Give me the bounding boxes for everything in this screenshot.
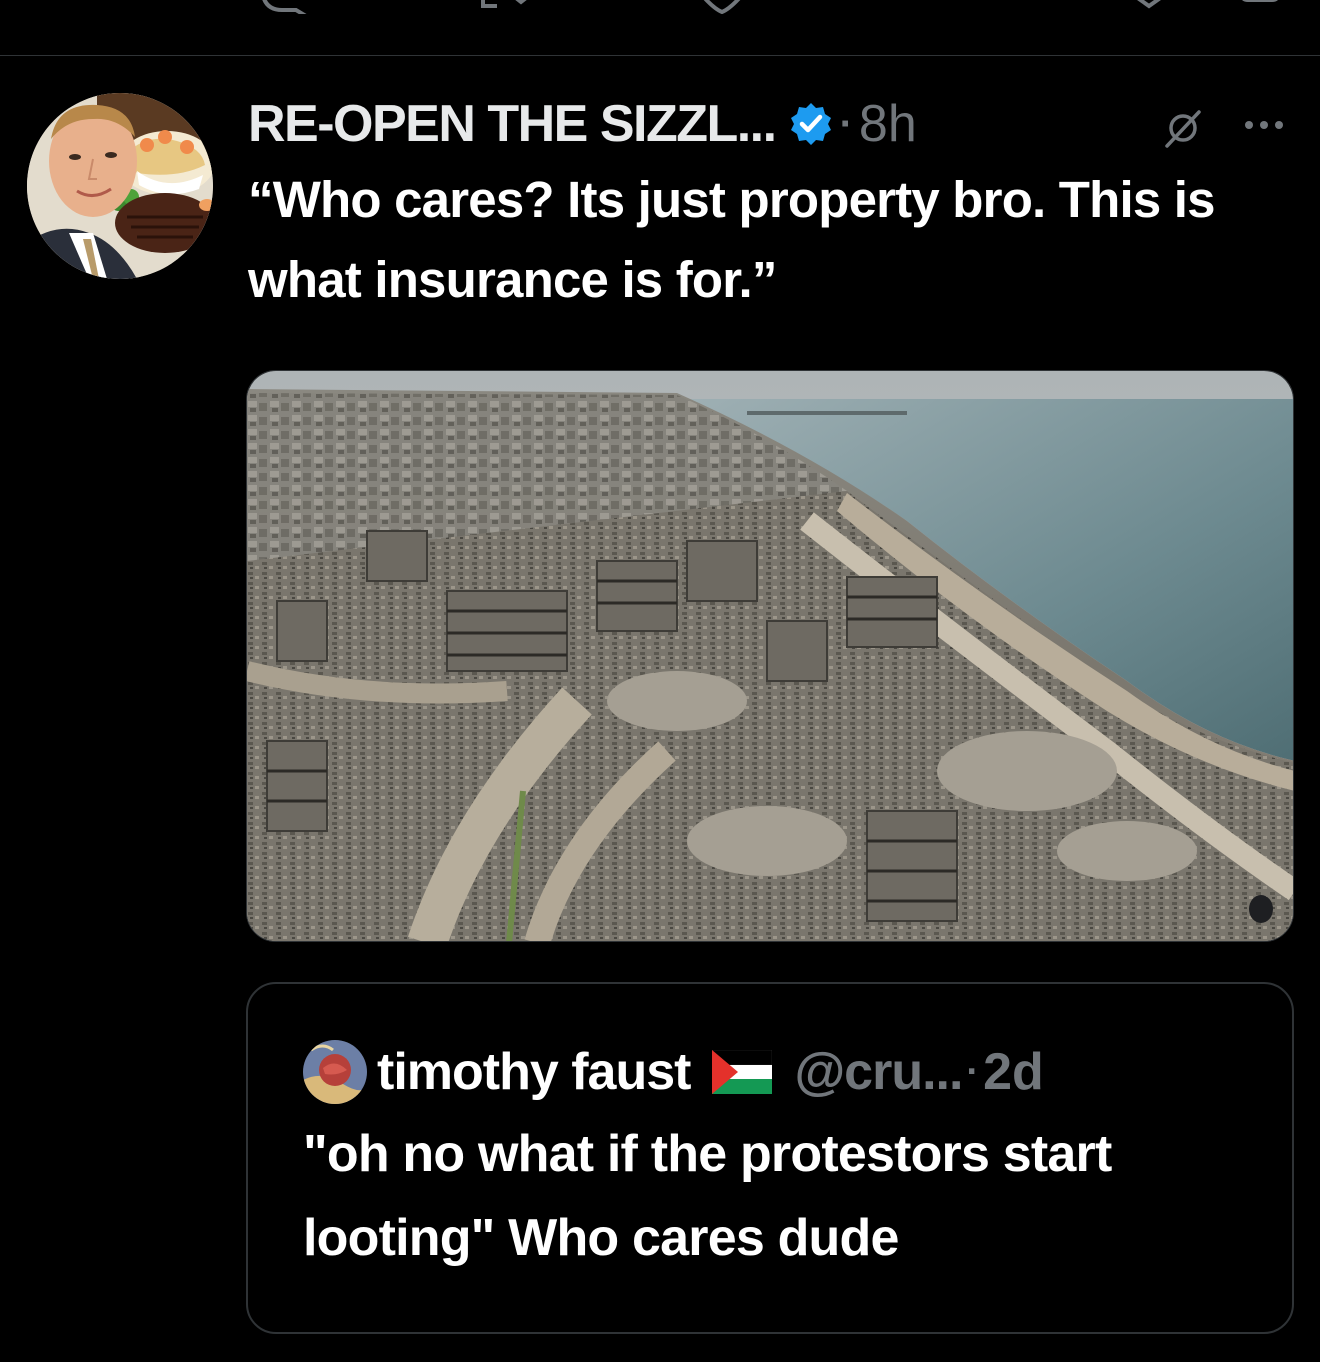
verified-badge-icon[interactable] (788, 101, 834, 147)
quoted-tweet[interactable]: timothy faust @cru... · 2d "oh no what i… (246, 982, 1294, 1334)
author-name[interactable]: RE-OPEN THE SIZZL... (248, 94, 777, 154)
views-button[interactable] (916, 0, 1046, 14)
tweet-image[interactable] (246, 370, 1294, 942)
share-button[interactable] (1238, 0, 1282, 14)
quote-author-name[interactable]: timothy faust (377, 1042, 691, 1102)
repost-icon (481, 0, 527, 8)
views-icon (916, 0, 1046, 14)
more-icon[interactable] (1241, 105, 1287, 145)
bookmark-icon (1137, 0, 1161, 9)
quote-text: "oh no what if the protestors start loot… (303, 1125, 1112, 1267)
palestine-flag-icon (712, 1050, 773, 1094)
bookmark-button[interactable] (1128, 0, 1170, 14)
grok-icon[interactable] (1163, 108, 1203, 148)
heart-icon (703, 0, 741, 14)
repost-button[interactable] (479, 0, 549, 14)
like-button[interactable] (694, 0, 814, 14)
previous-tweet-actions: 1 (0, 0, 1320, 56)
quote-avatar-image (303, 1040, 367, 1104)
quote-header: timothy faust @cru... · 2d (303, 1040, 1044, 1104)
tweet-header: RE-OPEN THE SIZZL... · 8h (248, 92, 917, 156)
tweet-time[interactable]: 8h (859, 94, 917, 154)
quote-author-handle[interactable]: @cru... (794, 1042, 963, 1102)
header-separator: · (839, 101, 853, 146)
quote-time[interactable]: 2d (983, 1042, 1044, 1102)
share-icon (1242, 0, 1278, 2)
tweet-view: 1 (0, 0, 1320, 1362)
aerial-rubble-image (247, 371, 1293, 941)
author-avatar[interactable] (27, 93, 213, 279)
avatar-image (27, 93, 213, 279)
reply-icon (262, 0, 307, 14)
quote-author-avatar[interactable] (303, 1040, 367, 1104)
tweet-text: “Who cares? Its just property bro. This … (248, 171, 1216, 308)
quote-separator: · (966, 1050, 980, 1093)
reply-button[interactable]: 1 (258, 0, 336, 14)
